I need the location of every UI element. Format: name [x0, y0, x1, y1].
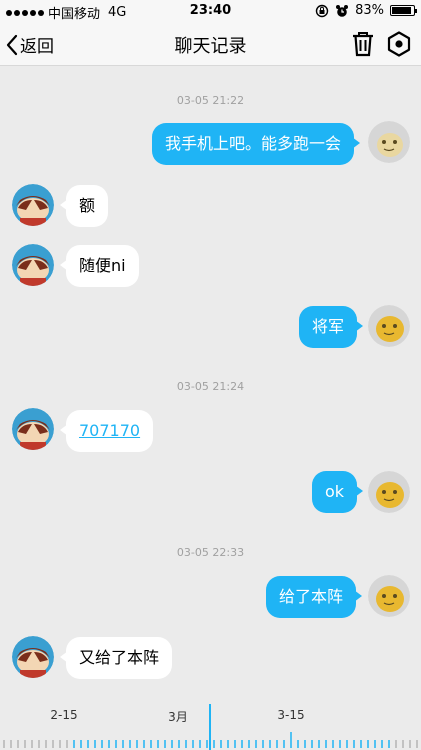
avatar-contact[interactable] [12, 244, 54, 286]
timeline-label: 3月 [168, 710, 188, 724]
battery-percent: 83% [355, 3, 384, 18]
alarm-icon [336, 4, 349, 17]
avatar-contact[interactable] [12, 408, 54, 450]
message-bubble-received[interactable]: 又给了本阵 [59, 637, 173, 679]
hexagon-settings-icon [387, 31, 411, 57]
status-bar: 中国移动 4G 23:40 83% [0, 0, 421, 22]
delete-button[interactable] [349, 30, 377, 58]
rotation-lock-icon [315, 4, 329, 17]
timestamp: 03-05 22:33 [176, 546, 245, 559]
message-link[interactable]: 707170 [79, 421, 140, 440]
avatar-contact[interactable] [12, 636, 54, 678]
avatar-self-image [368, 305, 410, 347]
avatar-contact-image [12, 408, 54, 450]
timestamp: 03-05 21:24 [176, 380, 245, 393]
battery-icon [390, 5, 417, 16]
avatar-self-image [368, 121, 410, 163]
message-bubble-sent[interactable]: 给了本阵 [266, 576, 363, 618]
timeline-label: 3-15 [277, 708, 305, 722]
avatar-self-image [368, 471, 410, 513]
avatar-contact[interactable] [12, 184, 54, 226]
message-bubble-received[interactable]: 额 [59, 185, 109, 227]
avatar-self[interactable] [368, 305, 410, 347]
chevron-left-icon [6, 34, 18, 55]
message-bubble-received[interactable]: 707170 [59, 410, 154, 452]
timeline-label: 2-15 [50, 708, 78, 722]
nav-bar: 返回 聊天记录 [0, 22, 421, 66]
settings-button[interactable] [385, 30, 413, 58]
message-bubble-sent[interactable]: 我手机上吧。能多跑一会 [152, 123, 361, 165]
avatar-self[interactable] [368, 471, 410, 513]
status-right: 83% [315, 3, 417, 18]
message-bubble-sent[interactable]: 将军 [299, 306, 364, 348]
message-bubble-received[interactable]: 随便ni [60, 245, 139, 287]
avatar-self[interactable] [368, 575, 410, 617]
avatar-contact-image [12, 636, 54, 678]
avatar-self-image [368, 575, 410, 617]
avatar-self[interactable] [368, 121, 410, 163]
back-button[interactable]: 返回 [6, 32, 54, 57]
date-timeline[interactable]: 2-15 3月 3-15 [0, 696, 421, 750]
trash-icon [353, 32, 373, 57]
avatar-contact-image [12, 184, 54, 226]
timeline-ticks [3, 704, 418, 750]
timestamp: 03-05 21:22 [176, 94, 245, 107]
back-label: 返回 [20, 37, 54, 57]
message-bubble-sent[interactable]: ok [312, 471, 364, 513]
avatar-contact-image [12, 244, 54, 286]
